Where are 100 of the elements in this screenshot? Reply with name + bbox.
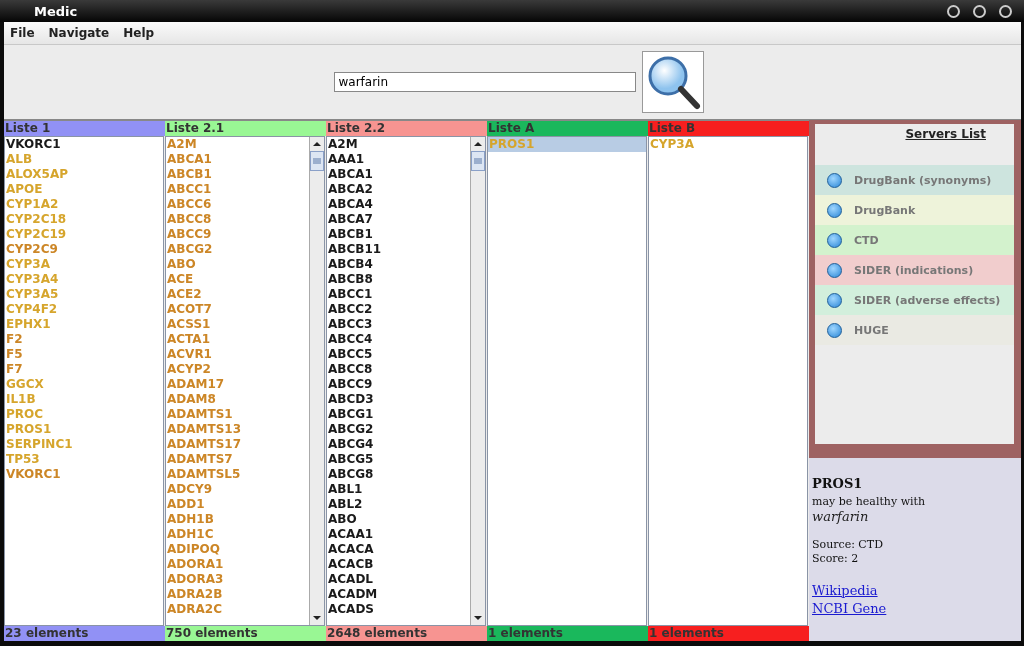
list-item[interactable]: CYP3A: [649, 137, 807, 152]
list-item[interactable]: ABO: [327, 512, 470, 527]
list-item[interactable]: ADORA3: [166, 572, 309, 587]
server-row[interactable]: CTD: [815, 225, 1014, 255]
list-item[interactable]: PROS1: [5, 422, 163, 437]
list-item[interactable]: CYP4F2: [5, 302, 163, 317]
list-item[interactable]: ACTA1: [166, 332, 309, 347]
list-item[interactable]: ACADM: [327, 587, 470, 602]
list-item[interactable]: ADAMTS1: [166, 407, 309, 422]
list-item[interactable]: ACOT7: [166, 302, 309, 317]
radio-icon[interactable]: [827, 232, 842, 248]
list-item[interactable]: ABCB11: [327, 242, 470, 257]
server-row[interactable]: DrugBank: [815, 195, 1014, 225]
search-button[interactable]: [641, 51, 704, 113]
list-item[interactable]: ABCC6: [166, 197, 309, 212]
list-item[interactable]: ABCG5: [327, 452, 470, 467]
list-item[interactable]: APOE: [5, 182, 163, 197]
server-row[interactable]: SIDER (indications): [815, 255, 1014, 285]
list-item[interactable]: ACSS1: [166, 317, 309, 332]
list-item[interactable]: ADD1: [166, 497, 309, 512]
link[interactable]: Wikipedia: [812, 582, 878, 600]
scrollbar[interactable]: [470, 137, 485, 625]
list-item[interactable]: PROC: [5, 407, 163, 422]
list-item[interactable]: ABCC8: [166, 212, 309, 227]
list-item[interactable]: ABCB1: [166, 167, 309, 182]
list-item[interactable]: ADH1B: [166, 512, 309, 527]
list-item[interactable]: ACYP2: [166, 362, 309, 377]
list-item[interactable]: CYP2C18: [5, 212, 163, 227]
list-item[interactable]: ABCG2: [166, 242, 309, 257]
list-item[interactable]: ADAMTS17: [166, 437, 309, 452]
list-item[interactable]: CYP2C19: [5, 227, 163, 242]
list-item[interactable]: VKORC1: [5, 467, 163, 482]
menu-item[interactable]: File: [10, 26, 35, 40]
list-item[interactable]: F5: [5, 347, 163, 362]
list-item[interactable]: ADAM17: [166, 377, 309, 392]
list-item[interactable]: ADAMTSL5: [166, 467, 309, 482]
link[interactable]: NCBI Gene: [812, 600, 887, 618]
list-item[interactable]: SERPINC1: [5, 437, 163, 452]
list-item[interactable]: ADH1C: [166, 527, 309, 542]
list-item[interactable]: ABCC9: [166, 227, 309, 242]
scrollbar[interactable]: [309, 137, 324, 625]
list-item[interactable]: ADAMTS7: [166, 452, 309, 467]
list-item[interactable]: ABL1: [327, 482, 470, 497]
list-item[interactable]: F7: [5, 362, 163, 377]
list-item[interactable]: GGCX: [5, 377, 163, 392]
search-field[interactable]: warfarin: [333, 72, 636, 92]
radio-icon[interactable]: [827, 262, 842, 278]
list-item[interactable]: IL1B: [5, 392, 163, 407]
list-item[interactable]: ABCG8: [327, 467, 470, 482]
list-item[interactable]: ABCC1: [166, 182, 309, 197]
list-item[interactable]: ABCG2: [327, 422, 470, 437]
list-item[interactable]: ADAM8: [166, 392, 309, 407]
list-item[interactable]: ABCC2: [327, 302, 470, 317]
list-item[interactable]: ACE2: [166, 287, 309, 302]
list-item[interactable]: ALB: [5, 152, 163, 167]
list-item[interactable]: TP53: [5, 452, 163, 467]
list-item[interactable]: ABCC4: [327, 332, 470, 347]
scroll-thumb[interactable]: [310, 151, 324, 171]
list-item[interactable]: ACE: [166, 272, 309, 287]
server-row[interactable]: HUGE: [815, 315, 1014, 345]
list-item[interactable]: ABCD3: [327, 392, 470, 407]
list-item[interactable]: ADRA2B: [166, 587, 309, 602]
list-item[interactable]: ADRA2C: [166, 602, 309, 617]
list-item[interactable]: CYP1A2: [5, 197, 163, 212]
list-item[interactable]: CYP3A: [5, 257, 163, 272]
list-item[interactable]: A2M: [327, 137, 470, 152]
list-item[interactable]: EPHX1: [5, 317, 163, 332]
list-item[interactable]: ACACA: [327, 542, 470, 557]
list-item[interactable]: ABO: [166, 257, 309, 272]
list-item[interactable]: AAA1: [327, 152, 470, 167]
list-item[interactable]: ABCA4: [327, 197, 470, 212]
list-item[interactable]: CYP3A5: [5, 287, 163, 302]
list-item[interactable]: ACACB: [327, 557, 470, 572]
menu-item[interactable]: Navigate: [48, 26, 110, 40]
list-item[interactable]: ADIPOQ: [166, 542, 309, 557]
list-item[interactable]: ACAA1: [327, 527, 470, 542]
list-item[interactable]: ABCB1: [327, 227, 470, 242]
list-item[interactable]: ABCG4: [327, 437, 470, 452]
list-item[interactable]: ABCA2: [327, 182, 470, 197]
list-item[interactable]: ABCC5: [327, 347, 470, 362]
list-item[interactable]: ABCA7: [327, 212, 470, 227]
radio-icon[interactable]: [827, 322, 842, 338]
window-button-icon[interactable]: [999, 4, 1012, 18]
server-row[interactable]: SIDER (adverse effects): [815, 285, 1014, 315]
scroll-thumb[interactable]: [471, 151, 485, 171]
list-item[interactable]: ABCC9: [327, 377, 470, 392]
list-item[interactable]: A2M: [166, 137, 309, 152]
list-item[interactable]: ABCB4: [327, 257, 470, 272]
list-item[interactable]: ACVR1: [166, 347, 309, 362]
list-item[interactable]: ABCC8: [327, 362, 470, 377]
list-item[interactable]: ACADS: [327, 602, 470, 617]
list-item[interactable]: ABCG1: [327, 407, 470, 422]
list-item[interactable]: CYP3A4: [5, 272, 163, 287]
list-item[interactable]: ADORA1: [166, 557, 309, 572]
server-row[interactable]: DrugBank (synonyms): [815, 165, 1014, 195]
list-item[interactable]: ABCA1: [327, 167, 470, 182]
radio-icon[interactable]: [827, 172, 842, 188]
radio-icon[interactable]: [827, 202, 842, 218]
list-item[interactable]: ADCY9: [166, 482, 309, 497]
list-item[interactable]: CYP2C9: [5, 242, 163, 257]
